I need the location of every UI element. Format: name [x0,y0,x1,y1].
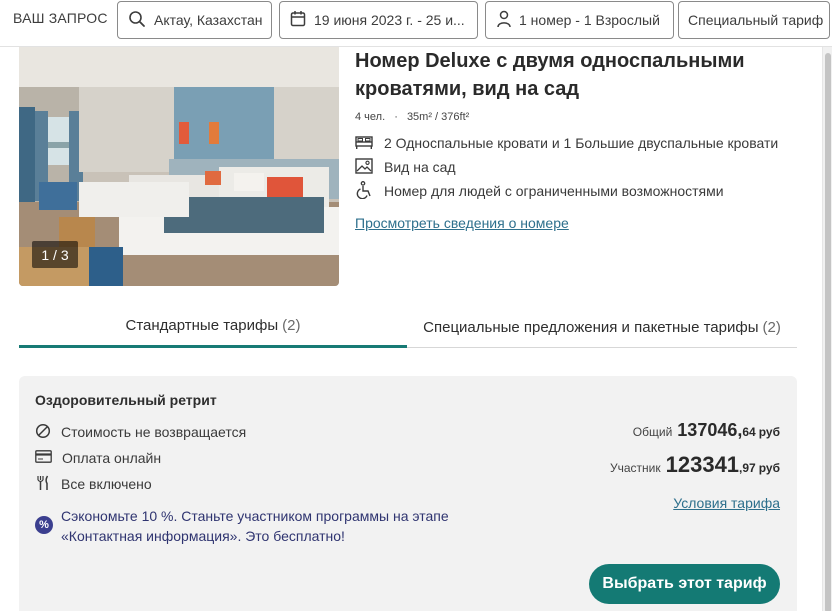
price-member-amount: 123341 [665,452,740,477]
room-meta: 4 чел. · 35m² / 376ft² [355,111,469,123]
tab-label: Стандартные тарифы [125,317,279,334]
room-feature-view: Вид на сад [355,157,456,177]
location-chip[interactable]: Актау, Казахстан [117,1,272,39]
bed-icon [355,134,384,153]
room-details-link[interactable]: Просмотреть сведения о номере [355,215,569,231]
location-value: Актау, Казахстан [154,12,263,28]
credit-card-icon [35,450,62,466]
no-refund-icon [35,423,61,442]
promo-text: Сэкономьте 10 %. Станьте участником прог… [61,508,449,544]
cutlery-icon [35,475,61,494]
room-feature-label: 2 Односпальные кровати и 1 Большие двусп… [384,135,779,151]
select-rate-button[interactable]: Выбрать этот тариф [589,564,780,604]
calendar-icon [290,10,306,30]
room-feature-beds: 2 Односпальные кровати и 1 Большие двусп… [355,133,778,153]
price-member-cents: ,97 [739,461,756,475]
room-occupancy: 4 чел. [355,111,386,123]
room-title: Номер Deluxe с двумя односпальными крова… [355,50,745,100]
search-summary-bar: ВАШ ЗАПРОС Актау, Казахстан 19 июня 2023… [0,0,832,47]
price-total-amount: 137046, [677,420,743,440]
room-feature-accessibility: Номер для людей с ограниченными возможно… [355,180,724,202]
tab-standard-rates[interactable]: Стандартные тарифы (2) [19,306,407,348]
rate-terms-link[interactable]: Условия тарифа [673,495,780,511]
percent-badge-icon: % [35,516,53,534]
photo-counter: 1 / 3 [32,241,78,268]
room-size: 35m² / 376ft² [406,111,470,123]
rate-type-chip[interactable]: Специальный тариф [678,1,830,39]
rate-feature-payment: Оплата онлайн [35,448,161,468]
page-scrollbar[interactable] [822,47,832,611]
tab-label: Специальные предложения и пакетные тариф… [423,318,759,336]
rate-tabs: Стандартные тарифы (2) Специальные предл… [19,306,797,348]
room-feature-label: Номер для людей с ограниченными возможно… [384,183,724,199]
price-total-currency: руб [758,425,780,439]
rate-card: Оздоровительный ретрит Стоимость не возв… [19,376,797,611]
meta-separator: · [394,111,398,123]
guests-chip[interactable]: 1 номер - 1 Взрослый [485,1,674,39]
rate-feature-meals: Все включено [35,474,152,494]
dates-chip[interactable]: 19 июня 2023 г. - 25 и... [279,1,478,39]
price-total-label: Общий [632,425,673,439]
search-query-label: ВАШ ЗАПРОС [13,10,108,26]
price-total: Общий 137046, 64 руб [633,420,780,441]
rate-feature-label: Оплата онлайн [62,450,162,466]
tab-special-offers[interactable]: Специальные предложения и пакетные тариф… [407,306,797,348]
room-feature-label: Вид на сад [384,159,456,175]
accessibility-icon [355,180,384,202]
search-icon [128,10,146,31]
view-icon [355,157,384,177]
rate-feature-label: Все включено [61,476,152,492]
price-member-currency: руб [758,461,780,475]
rate-type-value: Специальный тариф [688,12,824,28]
rate-feature-refund: Стоимость не возвращается [35,422,246,442]
person-icon [497,10,511,31]
rate-feature-label: Стоимость не возвращается [61,424,247,440]
price-total-cents: 64 [742,425,756,439]
scrollbar-thumb[interactable] [825,53,831,611]
member-promo: % Сэкономьте 10 %. Станьте участником пр… [35,506,505,546]
price-member: Участник 123341 ,97 руб [610,452,780,478]
rate-name: Оздоровительный ретрит [35,392,217,408]
tab-count: (2) [282,317,301,334]
dates-value: 19 июня 2023 г. - 25 и... [314,12,465,28]
tab-count: (2) [762,318,781,336]
price-member-label: Участник [610,461,661,475]
guests-value: 1 номер - 1 Взрослый [519,12,660,28]
